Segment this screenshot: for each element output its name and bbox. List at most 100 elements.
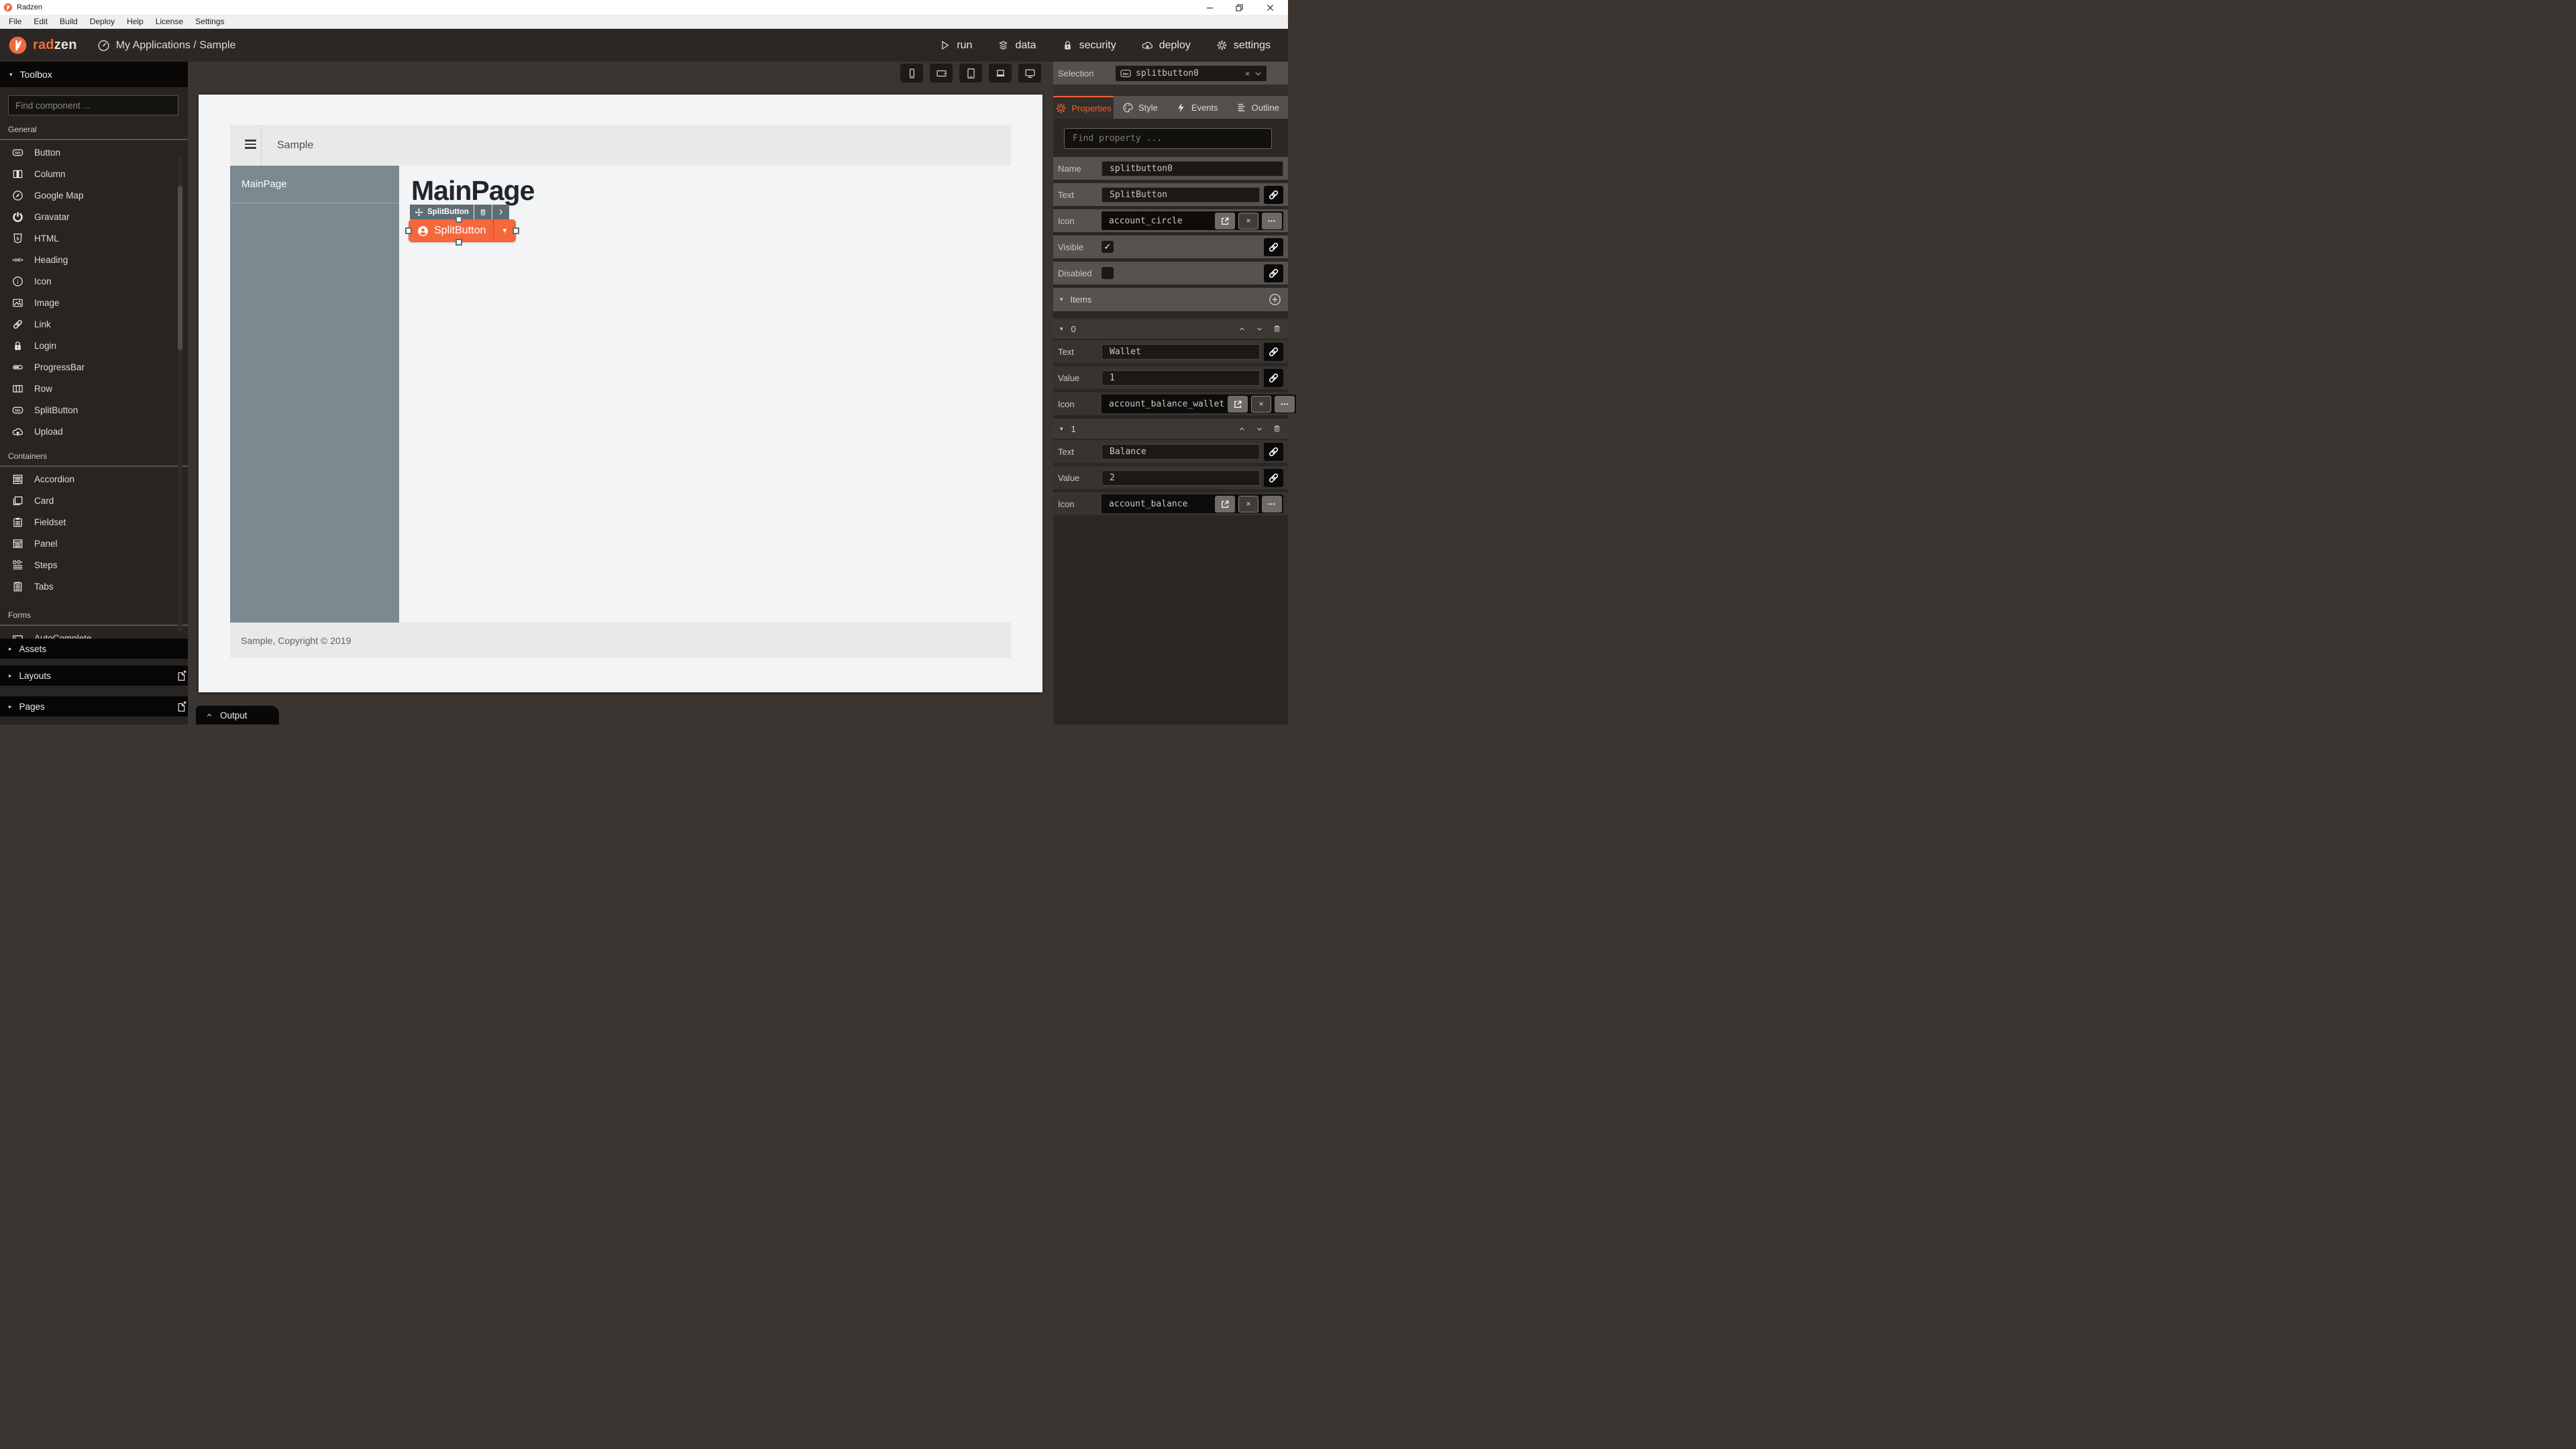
toolbox-item-card[interactable]: Card [0,490,188,511]
prop-value-input[interactable]: 1 [1102,370,1260,386]
item-0-header[interactable]: ▾0 [1053,319,1288,339]
delete-item-icon[interactable] [1273,424,1281,433]
toolbox-item-button[interactable]: btnButton [0,142,188,163]
toolbox-item-image[interactable]: Image [0,292,188,313]
selection-dropdown[interactable]: btn splitbutton0 × [1116,66,1267,81]
sidebar-item-mainpage[interactable]: MainPage [230,166,399,203]
bind-property-button[interactable] [1264,469,1283,487]
clear-selection-icon[interactable]: × [1245,69,1250,78]
more-options-button[interactable]: ••• [1262,496,1282,513]
output-panel-toggle[interactable]: Output [196,706,279,724]
bind-property-button[interactable] [1264,443,1283,461]
toolbox-scrollbar-thumb[interactable] [178,186,182,350]
item-1-header[interactable]: ▾1 [1053,419,1288,439]
resize-handle-bottom[interactable] [455,239,462,246]
toolbox-item-steps[interactable]: Steps [0,554,188,576]
expand-component-button[interactable] [492,205,509,219]
menu-item-file[interactable]: File [3,15,28,29]
toolbox-item-upload[interactable]: Upload [0,421,188,442]
add-pages-icon[interactable] [176,701,187,712]
resize-handle-left[interactable] [405,227,412,234]
resize-handle-right[interactable] [513,227,519,234]
pick-icon-button[interactable] [1215,213,1235,229]
restore-button[interactable] [1228,0,1250,15]
prop-value-input[interactable]: Balance [1102,444,1260,460]
toolbox-item-html[interactable]: 5HTML [0,227,188,249]
toolbox-item-splitbutton[interactable]: btnSplitButton [0,399,188,421]
pick-icon-button[interactable] [1215,496,1235,513]
toolbox-item-icon[interactable]: iIcon [0,270,188,292]
breadcrumb[interactable]: My Applications / Sample [97,39,236,52]
prop-value-input[interactable]: Wallet [1102,344,1260,360]
more-options-button[interactable]: ••• [1262,213,1282,229]
prop-value-input[interactable]: account_balance_wallet [1109,399,1224,409]
clear-icon-button[interactable]: × [1238,496,1258,513]
toolbox-item-gravatar[interactable]: Gravatar [0,206,188,227]
bind-property-button[interactable] [1264,238,1283,256]
toolbox-item-row[interactable]: Row [0,378,188,399]
more-options-button[interactable]: ••• [1275,396,1295,413]
tab-style[interactable]: Style [1114,96,1167,119]
menu-item-edit[interactable]: Edit [28,15,54,29]
tab-outline[interactable]: Outline [1227,96,1288,119]
prop-value-input[interactable]: 2 [1102,470,1260,486]
add-layouts-icon[interactable] [176,670,187,682]
menu-item-settings[interactable]: Settings [189,15,230,29]
toolbox-header[interactable]: ▾ Toolbox [0,62,188,87]
resize-handle-top[interactable] [455,216,462,223]
menu-item-help[interactable]: Help [121,15,150,29]
panel-pages[interactable]: ▸Pages [0,696,188,716]
drag-handle[interactable]: SplitButton [410,205,474,219]
prop-checkbox[interactable] [1102,267,1114,279]
prop-checkbox[interactable]: ✓ [1102,241,1114,253]
panel-assets[interactable]: ▸Assets [0,639,188,659]
toolbox-item-panel[interactable]: Panel [0,533,188,554]
delete-component-button[interactable] [474,205,492,219]
device-phone-icon[interactable] [900,64,923,83]
chevron-down-icon[interactable] [1254,71,1262,76]
clear-icon-button[interactable]: × [1251,396,1271,413]
toolbox-item-google-map[interactable]: Google Map [0,184,188,206]
delete-item-icon[interactable] [1273,324,1281,333]
tab-properties[interactable]: Properties [1053,96,1114,119]
find-component-input[interactable] [8,95,178,115]
header-action-security[interactable]: security [1062,40,1116,52]
device-tablet-portrait-icon[interactable] [959,64,982,83]
header-action-data[interactable]: data [998,40,1036,52]
menu-item-deploy[interactable]: Deploy [84,15,121,29]
hamburger-icon[interactable] [245,140,256,149]
prop-value-input[interactable]: splitbutton0 [1102,161,1283,176]
move-item-up-icon[interactable] [1238,425,1246,433]
move-item-down-icon[interactable] [1255,425,1264,433]
device-tablet-landscape-icon[interactable] [930,64,953,83]
panel-layouts[interactable]: ▸Layouts [0,665,188,686]
move-item-up-icon[interactable] [1238,325,1246,333]
header-action-settings[interactable]: settings [1216,40,1271,52]
minimize-button[interactable] [1198,0,1221,15]
bind-property-button[interactable] [1264,369,1283,387]
toolbox-item-login[interactable]: Login [0,335,188,356]
close-icon[interactable] [1258,0,1281,15]
toolbox-item-heading[interactable]: <H/>Heading [0,249,188,270]
menu-item-license[interactable]: License [150,15,189,29]
prop-value-input[interactable]: SplitButton [1102,187,1260,203]
device-desktop-icon[interactable] [1018,64,1041,83]
prop-value-input[interactable]: account_balance [1109,499,1212,509]
device-laptop-icon[interactable] [989,64,1012,83]
bind-property-button[interactable] [1264,186,1283,204]
tab-events[interactable]: Events [1167,96,1227,119]
toolbox-item-link[interactable]: Link [0,313,188,335]
bind-property-button[interactable] [1264,264,1283,282]
splitbutton[interactable]: SplitButton ▼ [409,219,516,242]
pick-icon-button[interactable] [1228,396,1248,413]
find-property-input[interactable] [1064,128,1272,149]
prop-value-input[interactable]: account_circle [1109,216,1212,226]
header-action-run[interactable]: run [939,40,972,52]
items-section-header[interactable]: ▾ Items [1053,288,1288,311]
toolbox-item-accordion[interactable]: Accordion [0,468,188,490]
header-action-deploy[interactable]: deploy [1142,40,1191,52]
menu-item-build[interactable]: Build [54,15,84,29]
splitbutton-main[interactable]: SplitButton [409,225,493,237]
bind-property-button[interactable] [1264,343,1283,361]
toolbox-item-tabs[interactable]: Tabs [0,576,188,597]
